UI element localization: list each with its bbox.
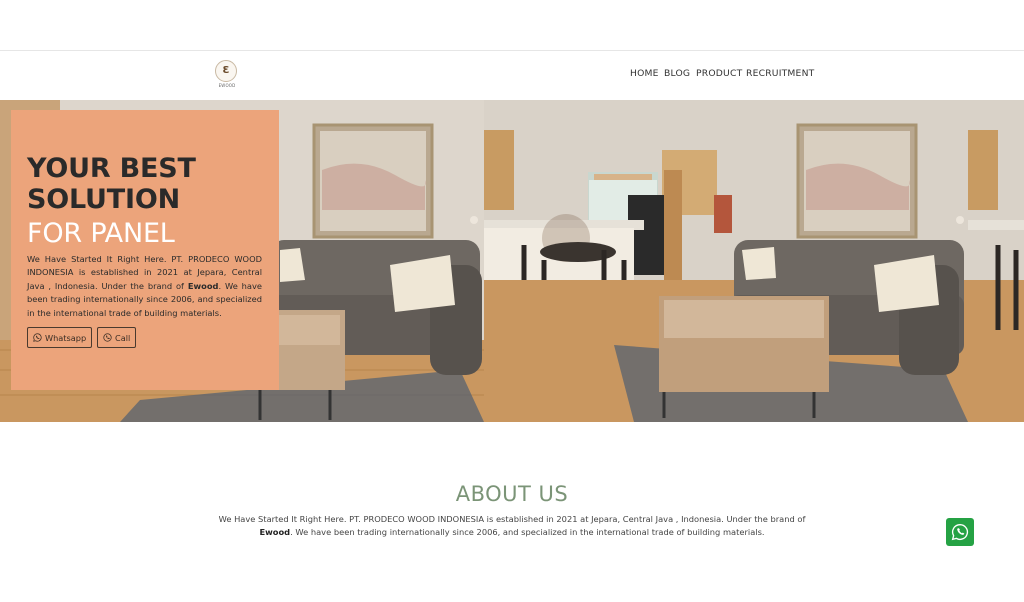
nav-item-recruitment[interactable]: RECRUITMENT: [746, 68, 814, 79]
hero-brand-name: Ewood: [187, 280, 219, 291]
floating-whatsapp-button[interactable]: [946, 518, 974, 546]
logo-mark-icon: Ꜫ: [215, 60, 237, 82]
nav-item-blog[interactable]: BLOG: [664, 68, 690, 79]
logo-text: EWOOD: [218, 83, 236, 88]
hero-slider: YOUR BEST SOLUTION FOR PANEL We Have Sta…: [0, 100, 1024, 422]
call-button[interactable]: Call: [97, 327, 137, 348]
about-title: ABOUT US: [455, 482, 569, 506]
top-bar: [0, 0, 1024, 51]
dining-living-image: [484, 100, 968, 422]
whatsapp-icon: [33, 333, 42, 342]
brand-logo[interactable]: Ꜫ EWOOD: [215, 60, 239, 88]
hero-description: We Have Started It Right Here. PT. PRODE…: [27, 254, 262, 318]
hero-subtitle: FOR PANEL: [27, 218, 175, 249]
about-brand-name: Ewood: [259, 527, 291, 538]
whatsapp-button[interactable]: Whatsapp: [27, 327, 93, 348]
hero-card: YOUR BEST SOLUTION FOR PANEL We Have Sta…: [11, 110, 279, 390]
kitchen-image-partial: [968, 100, 1024, 422]
about-description: We Have Started It Right Here. PT. PRODE…: [218, 514, 806, 538]
navigation-bar: Ꜫ EWOOD HOME BLOG PRODUCT RECRUITMENT: [0, 52, 1024, 99]
hero-title: YOUR BEST SOLUTION: [27, 153, 196, 215]
whatsapp-icon: [951, 523, 969, 541]
phone-icon: [103, 333, 112, 342]
nav-item-product[interactable]: PRODUCT: [696, 68, 742, 79]
nav-item-home[interactable]: HOME: [630, 68, 659, 79]
